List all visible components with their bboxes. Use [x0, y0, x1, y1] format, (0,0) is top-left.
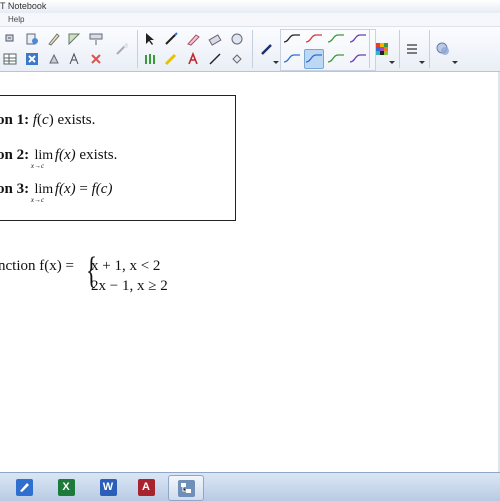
condition-2-label: on 2: — [0, 147, 30, 163]
line-style-green-2-icon[interactable] — [327, 50, 345, 68]
main-toolbar — [0, 27, 500, 72]
toolbar-separator — [369, 30, 370, 68]
pen-color-icon[interactable] — [258, 40, 276, 58]
chevron-down-icon[interactable] — [389, 61, 395, 64]
lim-word: lim — [34, 182, 54, 197]
window-title: T Notebook — [0, 1, 47, 11]
access-app-icon: A — [137, 478, 155, 496]
toolbar-separator — [252, 30, 253, 68]
line-style-purple-2-icon[interactable] — [349, 50, 367, 68]
line-style-purple-icon[interactable] — [349, 30, 367, 48]
eraser-icon[interactable] — [206, 30, 224, 48]
table-icon[interactable] — [1, 50, 19, 68]
piecewise-case-2: 2x − 1, x ≥ 2 — [91, 278, 168, 294]
condition-3-equals: = — [79, 181, 88, 197]
fill-bucket-icon[interactable] — [228, 50, 246, 68]
limit-notation: lim x→c — [31, 181, 55, 204]
pen-icon[interactable] — [162, 30, 180, 48]
line-tool-icon[interactable] — [206, 50, 224, 68]
shape-icon[interactable] — [65, 30, 83, 48]
limit-subscript: x→c — [30, 162, 45, 170]
fill-icon[interactable] — [45, 50, 63, 68]
condition-3-label: on 3: — [0, 181, 30, 197]
undo-icon[interactable] — [1, 30, 19, 48]
taskbar-notebook-app[interactable] — [7, 475, 41, 499]
window-titlebar: T Notebook — [0, 0, 500, 13]
continuity-conditions-box[interactable]: on 1: f(c) exists. on 2: lim x→c f(x) exis… — [0, 95, 236, 221]
select-pointer-icon[interactable] — [141, 30, 159, 48]
line-width-icon[interactable] — [403, 40, 421, 58]
taskbar-network-app[interactable] — [168, 475, 204, 501]
shapes-recognition-icon[interactable] — [228, 30, 246, 48]
network-app-icon — [177, 479, 195, 497]
piecewise-case-1: x + 1, x < 2 — [91, 258, 161, 274]
limit-notation: lim x→c — [31, 147, 55, 170]
line-style-green-icon[interactable] — [327, 30, 345, 48]
line-style-blue-icon[interactable] — [283, 50, 301, 68]
menu-bar: Help — [0, 13, 500, 27]
line-style-black-icon[interactable] — [283, 30, 301, 48]
transparency-icon[interactable] — [434, 40, 452, 58]
line-style-red-icon[interactable] — [305, 30, 323, 48]
highlighter-icon[interactable] — [184, 30, 202, 48]
screen-shade-icon[interactable] — [87, 30, 105, 48]
toolbar-separator — [399, 30, 400, 68]
toolbar-separator — [429, 30, 430, 68]
marker-icon[interactable] — [162, 50, 180, 68]
toolbar-separator — [137, 30, 138, 68]
condition-1-c: c — [42, 112, 49, 128]
taskbar-excel-app[interactable]: X — [49, 475, 83, 499]
pencil-edit-icon[interactable] — [45, 30, 63, 48]
creative-pen-icon[interactable] — [141, 50, 159, 68]
taskbar-access-app[interactable]: A — [129, 475, 163, 499]
text-a-icon[interactable] — [184, 50, 202, 68]
notebook-app-icon — [15, 478, 33, 496]
magic-pen-icon[interactable] — [113, 40, 131, 58]
paste-icon[interactable] — [23, 30, 41, 48]
chevron-down-icon[interactable] — [419, 61, 425, 64]
condition-3-rhs: f(c) — [91, 181, 113, 197]
limit-subscript: x→c — [30, 196, 45, 204]
chevron-down-icon[interactable] — [452, 61, 458, 64]
line-style-selected-icon[interactable] — [304, 49, 324, 69]
condition-3-expr: f(x) — [54, 181, 76, 197]
piecewise-function-prefix: nction f(x) = — [0, 258, 74, 274]
condition-2-text: exists. — [79, 147, 118, 163]
condition-1-f: f — [32, 112, 38, 128]
excel-app-icon: X — [57, 478, 75, 496]
color-palette-icon[interactable] — [373, 40, 391, 58]
text-tool-icon[interactable] — [65, 50, 83, 68]
condition-1-label: on 1: — [0, 112, 30, 128]
taskbar: X W A — [0, 472, 500, 501]
close-box-icon[interactable] — [23, 50, 41, 68]
word-app-icon: W — [99, 478, 117, 496]
condition-3: on 3: lim x→c f(x) = f(c) — [0, 181, 113, 204]
lim-word: lim — [34, 148, 54, 163]
menu-help[interactable]: Help — [8, 13, 24, 26]
taskbar-word-app[interactable]: W — [91, 475, 125, 499]
condition-2-expr: f(x) — [54, 147, 76, 163]
condition-1: on 1: f(c) exists. — [0, 112, 95, 129]
chevron-down-icon[interactable] — [273, 61, 279, 64]
condition-2: on 2: lim x→c f(x) exists. — [0, 147, 118, 170]
condition-1-text: exists. — [57, 112, 96, 128]
delete-icon[interactable] — [87, 50, 105, 68]
